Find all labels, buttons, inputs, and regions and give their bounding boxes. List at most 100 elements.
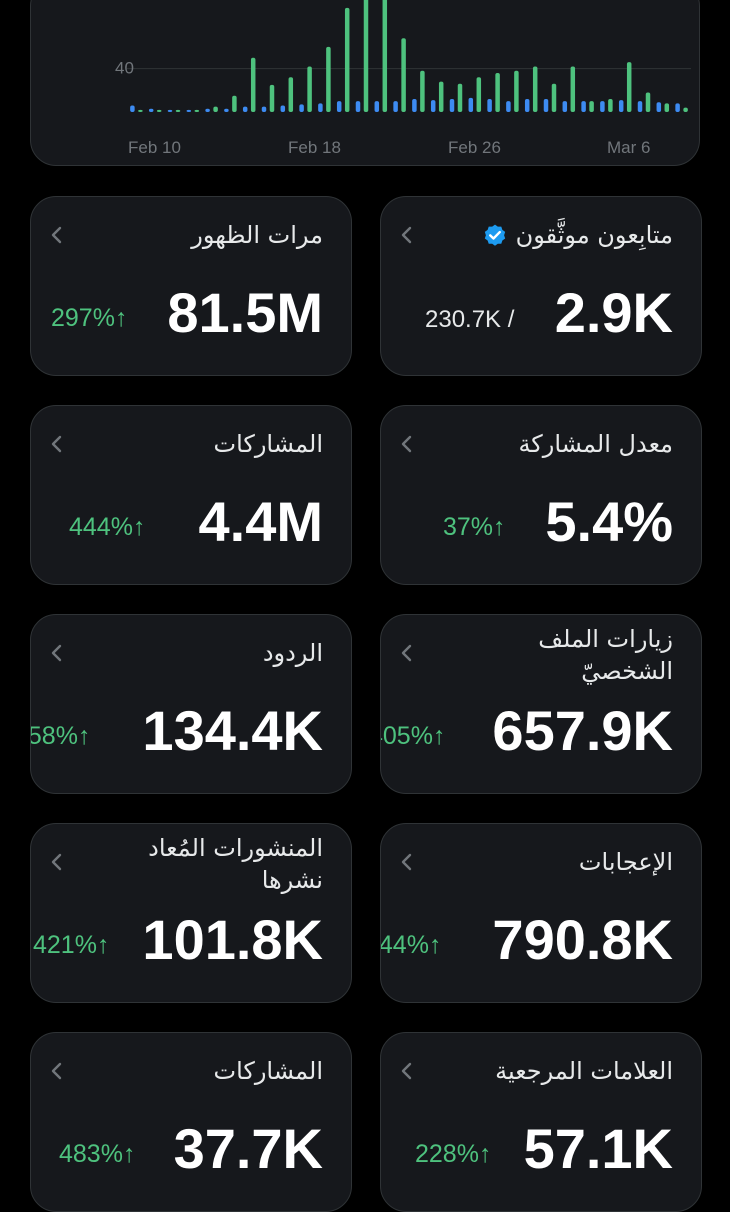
y-tick-label: 40: [115, 59, 134, 78]
bar: [213, 106, 218, 112]
chevron-left-icon: [51, 644, 62, 662]
card-title: المشاركات: [213, 430, 324, 458]
bar: [412, 98, 417, 112]
total-followers: 230.7K /: [425, 306, 515, 333]
bar: [280, 105, 286, 112]
card-title: العلامات المرجعية: [495, 1057, 673, 1085]
bar: [438, 81, 444, 112]
verified-followers-card[interactable]: متابِعون موثَّقون 2.9K 230.7K /: [380, 196, 702, 376]
bar: [205, 108, 210, 112]
bar: [637, 101, 643, 112]
bar: [524, 98, 530, 112]
bar: [167, 109, 173, 112]
bar: [194, 109, 200, 112]
metric-value: 5.4%: [545, 490, 673, 553]
metric-change: 405%↑: [381, 722, 446, 750]
shares-card[interactable]: المشاركات 37.7K 483%↑: [30, 1032, 352, 1212]
bar: [675, 103, 680, 112]
bar: [664, 103, 670, 112]
metric-change: 544%↑: [380, 931, 442, 959]
bar: [618, 100, 624, 112]
card-title: زيارات الملف الشخصيّ: [538, 625, 673, 685]
engagement-rate-card[interactable]: معدل المشاركة 5.4% 37%↑: [380, 405, 702, 585]
bar: [551, 83, 557, 112]
x-tick-label: Feb 18: [288, 138, 341, 157]
bar: [645, 92, 651, 112]
chevron-left-icon: [51, 435, 62, 453]
metric-change: 37%↑: [443, 513, 506, 541]
bar: [487, 98, 492, 112]
chevron-left-icon: [51, 1062, 62, 1080]
metric-change: 444%↑: [69, 513, 146, 541]
bar: [430, 100, 436, 112]
bar: [299, 104, 304, 112]
card-title-text: متابِعون موثَّقون: [515, 221, 673, 249]
card-title: المنشورات المُعاد نشرها: [148, 834, 323, 894]
bar: [476, 77, 482, 112]
metric-value: 57.1K: [523, 1117, 673, 1180]
bar: [288, 77, 294, 112]
likes-card[interactable]: الإعجابات 790.8K 544%↑: [380, 823, 702, 1003]
card-title: مرات الظهور: [191, 221, 323, 249]
metric-value: 2.9K: [554, 281, 673, 344]
bar: [532, 66, 538, 112]
activity-chart-card: 12040Feb 10Feb 18Feb 26Mar 6: [30, 0, 700, 166]
bar: [570, 66, 576, 112]
bar: [457, 83, 463, 112]
bar: [344, 7, 350, 112]
metric-change: 228%↑: [415, 1140, 492, 1168]
bar: [393, 101, 398, 112]
bar: [420, 70, 425, 112]
bar: [224, 108, 229, 112]
bar: [581, 101, 586, 112]
bar: [600, 101, 605, 112]
profile-visits-card[interactable]: زيارات الملف الشخصيّ 657.9K 405%↑: [380, 614, 702, 794]
bar: [543, 98, 549, 112]
bar: [355, 101, 361, 112]
bar: [449, 98, 455, 112]
metric-value: 101.8K: [142, 908, 323, 971]
bar: [336, 101, 342, 112]
metric-value: 81.5M: [167, 281, 323, 344]
metric-change: 421%↑: [33, 931, 110, 959]
bar: [562, 101, 568, 112]
metric-value: 4.4M: [198, 490, 324, 553]
bar: [626, 62, 632, 112]
bar: [589, 101, 594, 112]
replies-card[interactable]: الردود 134.4K 658%↑: [30, 614, 352, 794]
card-title: الردود: [262, 639, 323, 667]
bar: [156, 109, 162, 112]
bar: [175, 109, 181, 112]
bar: [495, 72, 500, 112]
card-title: معدل المشاركة: [518, 430, 673, 458]
bar: [401, 38, 406, 112]
metric-change: 658%↑: [31, 722, 91, 750]
metric-change: 297%↑: [51, 304, 128, 332]
metric-value: 37.7K: [173, 1117, 323, 1180]
bar: [269, 84, 275, 112]
bar: [683, 107, 688, 112]
bar: [468, 97, 474, 112]
verified-badge-icon: [484, 224, 506, 246]
bar: [326, 46, 331, 112]
bar: [363, 0, 369, 112]
impressions-card[interactable]: مرات الظهور 81.5M 297%↑: [30, 196, 352, 376]
card-title: الإعجابات: [578, 848, 673, 876]
bar: [307, 66, 312, 112]
card-title: متابِعون موثَّقون: [476, 219, 673, 251]
reposts-card[interactable]: المنشورات المُعاد نشرها 101.8K 421%↑: [30, 823, 352, 1003]
chevron-left-icon: [401, 226, 412, 244]
bookmarks-card[interactable]: العلامات المرجعية 57.1K 228%↑: [380, 1032, 702, 1212]
card-title: المشاركات: [213, 1057, 324, 1085]
metric-change: 483%↑: [59, 1140, 136, 1168]
activity-bar-chart: 12040Feb 10Feb 18Feb 26Mar 6: [115, 0, 691, 157]
bar: [261, 106, 267, 112]
bar: [130, 105, 135, 112]
bar: [506, 101, 511, 112]
x-tick-label: Mar 6: [607, 138, 650, 157]
engagements-card[interactable]: المشاركات 4.4M 444%↑: [30, 405, 352, 585]
chevron-left-icon: [51, 226, 62, 244]
chevron-left-icon: [401, 1062, 412, 1080]
bar: [608, 98, 613, 112]
chevron-left-icon: [51, 853, 62, 871]
